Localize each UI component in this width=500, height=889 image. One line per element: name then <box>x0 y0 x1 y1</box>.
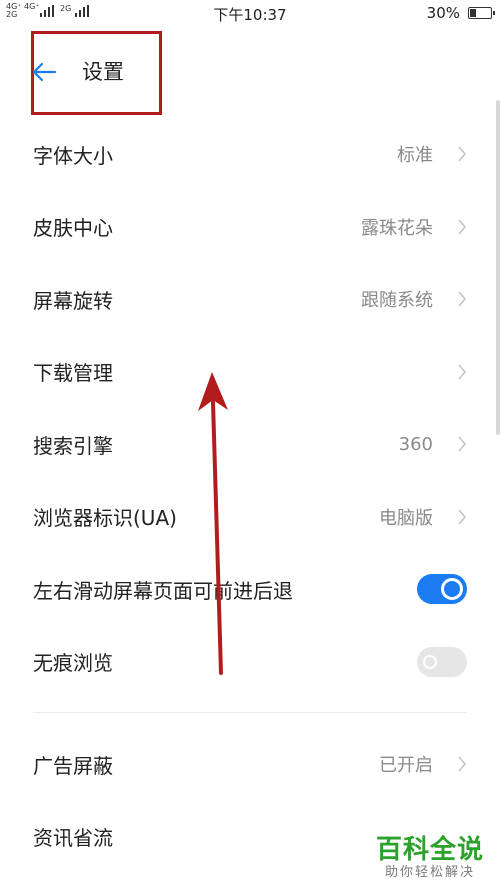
battery-icon <box>468 7 495 19</box>
setting-font-size[interactable]: 字体大小 标准 <box>0 118 500 191</box>
chevron-right-icon <box>458 146 467 162</box>
page-title: 设置 <box>82 60 124 84</box>
setting-label: 浏览器标识(UA) <box>33 506 177 531</box>
section-divider <box>33 712 467 713</box>
toggle-knob <box>423 654 437 669</box>
incognito-toggle[interactable] <box>417 646 467 677</box>
back-button[interactable] <box>30 58 58 86</box>
settings-list: 字体大小 标准 皮肤中心 露珠花朵 屏幕旋转 跟随系统 下载管理 搜索引擎 36… <box>0 118 500 873</box>
setting-browser-ua[interactable]: 浏览器标识(UA) 电脑版 <box>0 481 500 554</box>
setting-value: 跟随系统 <box>361 290 433 312</box>
watermark-subtitle: 助你轻松解决 <box>384 865 475 880</box>
setting-download-manager[interactable]: 下载管理 <box>0 336 500 409</box>
chevron-right-icon <box>458 219 467 235</box>
toggle-knob <box>441 578 463 601</box>
setting-label: 左右滑动屏幕页面可前进后退 <box>33 578 293 603</box>
arrow-left-icon <box>32 62 57 82</box>
setting-label: 屏幕旋转 <box>33 288 113 313</box>
battery-percentage: 30% <box>426 4 460 22</box>
chevron-right-icon <box>458 364 467 380</box>
setting-ad-block[interactable]: 广告屏蔽 已开启 <box>0 728 500 801</box>
setting-label: 皮肤中心 <box>33 216 113 241</box>
setting-search-engine[interactable]: 搜索引擎 360 <box>0 408 500 481</box>
setting-skin-center[interactable]: 皮肤中心 露珠花朵 <box>0 191 500 264</box>
setting-value: 露珠花朵 <box>361 217 433 239</box>
status-bar: 4G⁺ 4G⁺ 2G 2G 下午10:37 30% <box>0 0 500 28</box>
watermark-title: 百科全说 <box>375 835 484 865</box>
setting-screen-rotation[interactable]: 屏幕旋转 跟随系统 <box>0 263 500 336</box>
setting-incognito: 无痕浏览 <box>0 626 500 699</box>
setting-label: 资讯省流 <box>33 826 113 851</box>
watermark-logo: 百科全说 助你轻松解决 <box>376 835 484 881</box>
setting-value: 标准 <box>397 145 433 167</box>
setting-label: 无痕浏览 <box>33 651 113 676</box>
chevron-right-icon <box>458 509 467 525</box>
setting-value: 电脑版 <box>379 507 433 529</box>
setting-label: 字体大小 <box>33 143 113 168</box>
swipe-navigation-toggle[interactable] <box>417 574 467 605</box>
chevron-right-icon <box>458 436 467 452</box>
chevron-right-icon <box>458 756 467 772</box>
chevron-right-icon <box>458 291 467 307</box>
setting-label: 广告屏蔽 <box>33 753 113 778</box>
setting-label: 搜索引擎 <box>33 433 113 458</box>
status-time: 下午10:37 <box>213 6 287 24</box>
setting-value: 已开启 <box>379 755 433 777</box>
setting-swipe-navigation: 左右滑动屏幕页面可前进后退 <box>0 553 500 626</box>
setting-label: 下载管理 <box>33 361 113 386</box>
setting-value: 360 <box>398 433 433 455</box>
header: 设置 <box>0 28 500 118</box>
